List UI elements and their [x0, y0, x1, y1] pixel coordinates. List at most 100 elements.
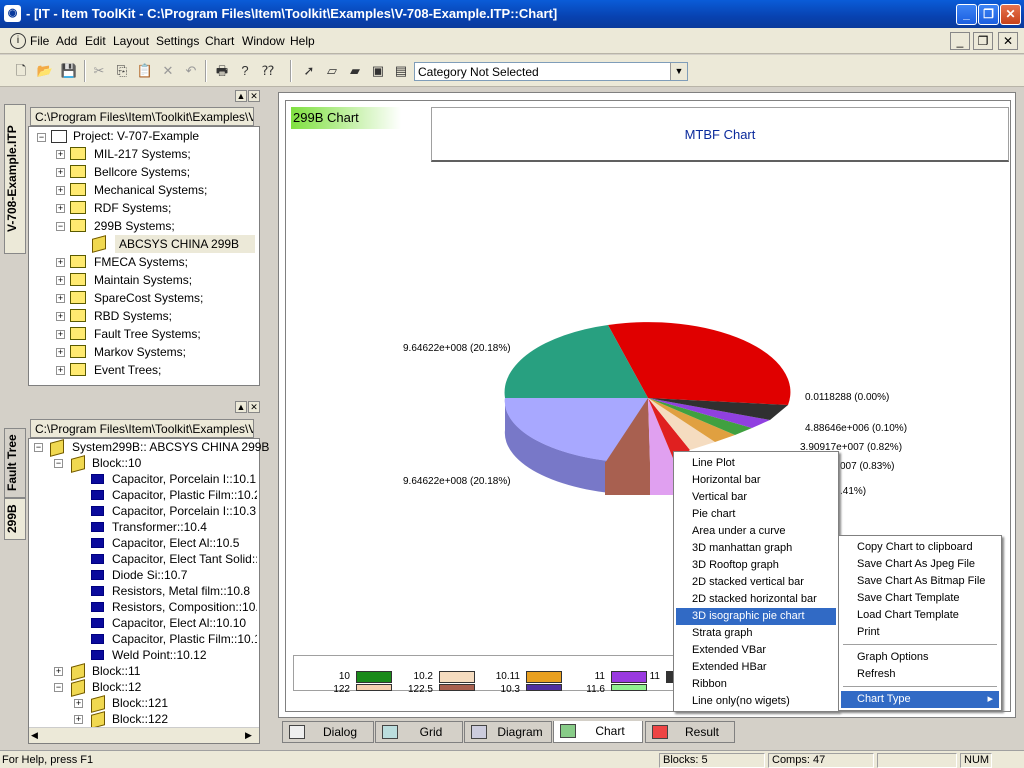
tree-item-systems[interactable]: Bellcore Systems;: [94, 163, 190, 181]
mdi-close-button[interactable]: ✕: [998, 32, 1018, 50]
panel-close-icon[interactable]: ✕: [248, 90, 260, 102]
expand-icon[interactable]: +: [54, 667, 63, 676]
tab-dialog[interactable]: Dialog: [282, 721, 374, 743]
tab-chart[interactable]: Chart: [553, 721, 643, 743]
panel-pin-icon[interactable]: ▲: [235, 401, 247, 413]
expand-icon[interactable]: +: [56, 168, 65, 177]
panel-pin-icon[interactable]: ▲: [235, 90, 247, 102]
menu-item-chart-type[interactable]: Area under a curve: [676, 523, 836, 540]
context-menu-item[interactable]: Refresh: [841, 666, 999, 683]
expand-icon[interactable]: +: [56, 186, 65, 195]
collapse-icon[interactable]: −: [34, 443, 43, 452]
tree-item-systems[interactable]: FMECA Systems;: [94, 253, 188, 271]
pointer-icon[interactable]: ➚: [300, 62, 318, 80]
tree-item-system[interactable]: ABCSYS CHINA 299B: [115, 235, 255, 253]
menu-file[interactable]: File: [30, 34, 49, 48]
menu-item-chart-type[interactable]: 3D isographic pie chart: [676, 608, 836, 625]
tab-result[interactable]: Result: [645, 721, 735, 743]
new-icon[interactable]: 🗋: [12, 62, 30, 80]
tree-root-project[interactable]: Project: V-707-Example: [73, 127, 199, 145]
context-menu-item[interactable]: Save Chart As Bitmap File: [841, 573, 999, 590]
item-icon[interactable]: ▤: [392, 62, 410, 80]
print-icon[interactable]: 🖶: [213, 62, 231, 80]
tab-299b[interactable]: 299B: [4, 498, 26, 540]
tree-item-systems[interactable]: Fault Tree Systems;: [94, 325, 201, 343]
expand-icon[interactable]: +: [56, 150, 65, 159]
menu-layout[interactable]: Layout: [113, 34, 149, 48]
context-menu-item-chart-type[interactable]: Chart Type ▸: [841, 691, 999, 708]
context-menu-item[interactable]: Graph Options: [841, 649, 999, 666]
menu-edit[interactable]: Edit: [85, 34, 106, 48]
context-menu-item[interactable]: Load Chart Template: [841, 607, 999, 624]
scroll-right-icon[interactable]: ▶: [245, 730, 252, 741]
delete-icon[interactable]: ✕: [159, 62, 177, 80]
menu-chart[interactable]: Chart: [205, 34, 234, 48]
save-icon[interactable]: 💾: [60, 62, 78, 80]
menu-add[interactable]: Add: [56, 34, 77, 48]
context-menu-item[interactable]: Save Chart Template: [841, 590, 999, 607]
horizontal-scrollbar[interactable]: ◀ ▶: [29, 727, 259, 743]
restore-button[interactable]: ❐: [978, 4, 999, 25]
tree-item-systems[interactable]: RDF Systems;: [94, 199, 171, 217]
menu-item-chart-type[interactable]: Pie chart: [676, 506, 836, 523]
minimize-button[interactable]: _: [956, 4, 977, 25]
expand-icon[interactable]: +: [56, 366, 65, 375]
expand-icon[interactable]: +: [56, 276, 65, 285]
category-select[interactable]: Category Not Selected ▼: [414, 62, 688, 81]
context-menu-item[interactable]: Save Chart As Jpeg File: [841, 556, 999, 573]
panel-close-icon[interactable]: ✕: [248, 401, 260, 413]
expand-icon[interactable]: +: [74, 715, 83, 724]
menu-settings[interactable]: Settings: [156, 34, 199, 48]
tree-item-systems[interactable]: Maintain Systems;: [94, 271, 192, 289]
collapse-icon[interactable]: −: [54, 683, 63, 692]
expand-icon[interactable]: +: [56, 204, 65, 213]
menu-item-chart-type[interactable]: 3D manhattan graph: [676, 540, 836, 557]
expand-icon[interactable]: +: [74, 699, 83, 708]
collapse-icon[interactable]: −: [54, 459, 63, 468]
block-icon[interactable]: ▱: [323, 62, 341, 80]
menu-item-chart-type[interactable]: Vertical bar: [676, 489, 836, 506]
menu-help[interactable]: Help: [290, 34, 315, 48]
close-button[interactable]: ✕: [1000, 4, 1021, 25]
expand-icon[interactable]: +: [56, 348, 65, 357]
tree-item-systems[interactable]: Mechanical Systems;: [94, 181, 207, 199]
chevron-down-icon[interactable]: ▼: [670, 63, 687, 80]
help-icon[interactable]: ?: [236, 62, 254, 80]
tree-item-systems[interactable]: SpareCost Systems;: [94, 289, 203, 307]
tab-project[interactable]: V-708-Example.ITP: [4, 104, 26, 254]
component-icon[interactable]: ▰: [346, 62, 364, 80]
menu-item-chart-type[interactable]: 2D stacked horizontal bar: [676, 591, 836, 608]
menu-item-chart-type[interactable]: 3D Rooftop graph: [676, 557, 836, 574]
tab-grid[interactable]: Grid: [375, 721, 463, 743]
collapse-icon[interactable]: −: [37, 133, 46, 142]
menu-item-chart-type[interactable]: Strata graph: [676, 625, 836, 642]
menu-item-chart-type[interactable]: Extended HBar: [676, 659, 836, 676]
copy-icon[interactable]: ⎘: [113, 62, 131, 80]
expand-icon[interactable]: +: [56, 258, 65, 267]
mdi-restore-button[interactable]: ❐: [973, 32, 993, 50]
tab-fault-tree[interactable]: Fault Tree: [4, 428, 26, 498]
tree-item-systems[interactable]: MIL-217 Systems;: [94, 145, 191, 163]
paste-icon[interactable]: 📋: [136, 62, 154, 80]
tree-item-systems[interactable]: 299B Systems;: [94, 217, 175, 235]
context-help-icon[interactable]: ⁇: [259, 62, 277, 80]
menu-window[interactable]: Window: [242, 34, 285, 48]
doc-icon[interactable]: i: [10, 33, 26, 49]
expand-icon[interactable]: +: [56, 294, 65, 303]
menu-item-chart-type[interactable]: Horizontal bar: [676, 472, 836, 489]
scroll-left-icon[interactable]: ◀: [31, 730, 38, 741]
cut-icon[interactable]: ✂: [90, 62, 108, 80]
undo-icon[interactable]: ↶: [182, 62, 200, 80]
context-menu-item[interactable]: Print: [841, 624, 999, 641]
system-icon[interactable]: ▣: [369, 62, 387, 80]
menu-item-chart-type[interactable]: Line Plot: [676, 455, 836, 472]
expand-icon[interactable]: +: [56, 312, 65, 321]
menu-item-chart-type[interactable]: Line only(no wigets): [676, 693, 836, 710]
open-icon[interactable]: 📂: [36, 62, 54, 80]
collapse-icon[interactable]: −: [56, 222, 65, 231]
menu-item-chart-type[interactable]: 2D stacked vertical bar: [676, 574, 836, 591]
tab-diagram[interactable]: Diagram: [464, 721, 552, 743]
tree-item-block[interactable]: Block::122: [112, 710, 168, 728]
menu-item-chart-type[interactable]: Extended VBar: [676, 642, 836, 659]
context-menu-item[interactable]: Copy Chart to clipboard: [841, 539, 999, 556]
